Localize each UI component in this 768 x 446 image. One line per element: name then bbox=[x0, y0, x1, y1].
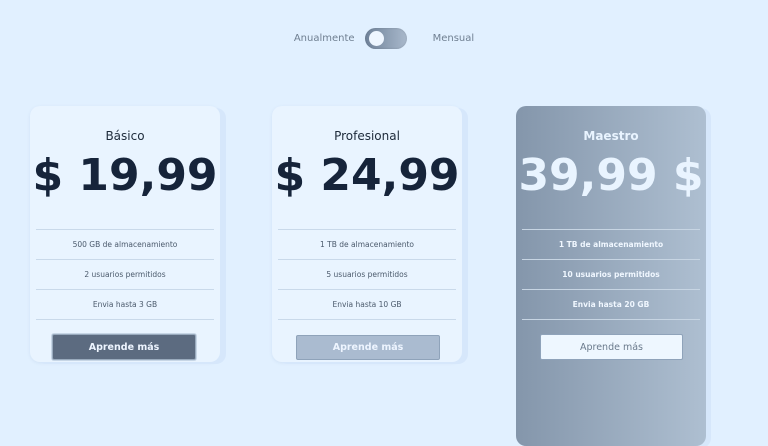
feature-item: 1 TB de almacenamiento bbox=[278, 229, 456, 259]
billing-toggle-row: Anualmente Mensual bbox=[0, 28, 768, 49]
plan-price: $ 24,99 bbox=[274, 150, 460, 201]
feature-item: Envia hasta 20 GB bbox=[522, 289, 700, 320]
feature-list: 1 TB de almacenamiento 5 usuarios permit… bbox=[278, 229, 456, 320]
billing-toggle-switch[interactable] bbox=[364, 28, 407, 49]
feature-list: 1 TB de almacenamiento 10 usuarios permi… bbox=[522, 229, 700, 320]
feature-item: Envia hasta 10 GB bbox=[278, 289, 456, 320]
annual-label[interactable]: Anualmente bbox=[294, 33, 355, 44]
feature-item: Envia hasta 3 GB bbox=[36, 289, 214, 320]
feature-item: 500 GB de almacenamiento bbox=[36, 229, 214, 259]
pricing-card-professional: Profesional $ 24,99 1 TB de almacenamien… bbox=[272, 106, 462, 362]
feature-item: 2 usuarios permitidos bbox=[36, 259, 214, 289]
feature-list: 500 GB de almacenamiento 2 usuarios perm… bbox=[36, 229, 214, 320]
plan-name: Profesional bbox=[334, 129, 400, 143]
plan-name: Maestro bbox=[583, 129, 639, 143]
pricing-card-basic: Básico $ 19,99 500 GB de almacenamiento … bbox=[30, 106, 220, 362]
feature-item: 10 usuarios permitidos bbox=[522, 259, 700, 289]
feature-item: 1 TB de almacenamiento bbox=[522, 229, 700, 259]
plan-price: $ 19,99 bbox=[32, 150, 218, 201]
learn-more-button-basic[interactable]: Aprende más bbox=[52, 334, 196, 360]
pricing-card-master: Maestro 39,99 $ 1 TB de almacenamiento 1… bbox=[516, 106, 706, 446]
plan-price: 39,99 $ bbox=[518, 150, 704, 201]
toggle-knob[interactable] bbox=[368, 31, 384, 46]
monthly-label[interactable]: Mensual bbox=[433, 33, 475, 44]
plan-name: Básico bbox=[105, 129, 145, 143]
learn-more-button-master[interactable]: Aprende más bbox=[540, 334, 683, 360]
learn-more-button-professional[interactable]: Aprende más bbox=[296, 335, 440, 360]
feature-item: 5 usuarios permitidos bbox=[278, 259, 456, 289]
